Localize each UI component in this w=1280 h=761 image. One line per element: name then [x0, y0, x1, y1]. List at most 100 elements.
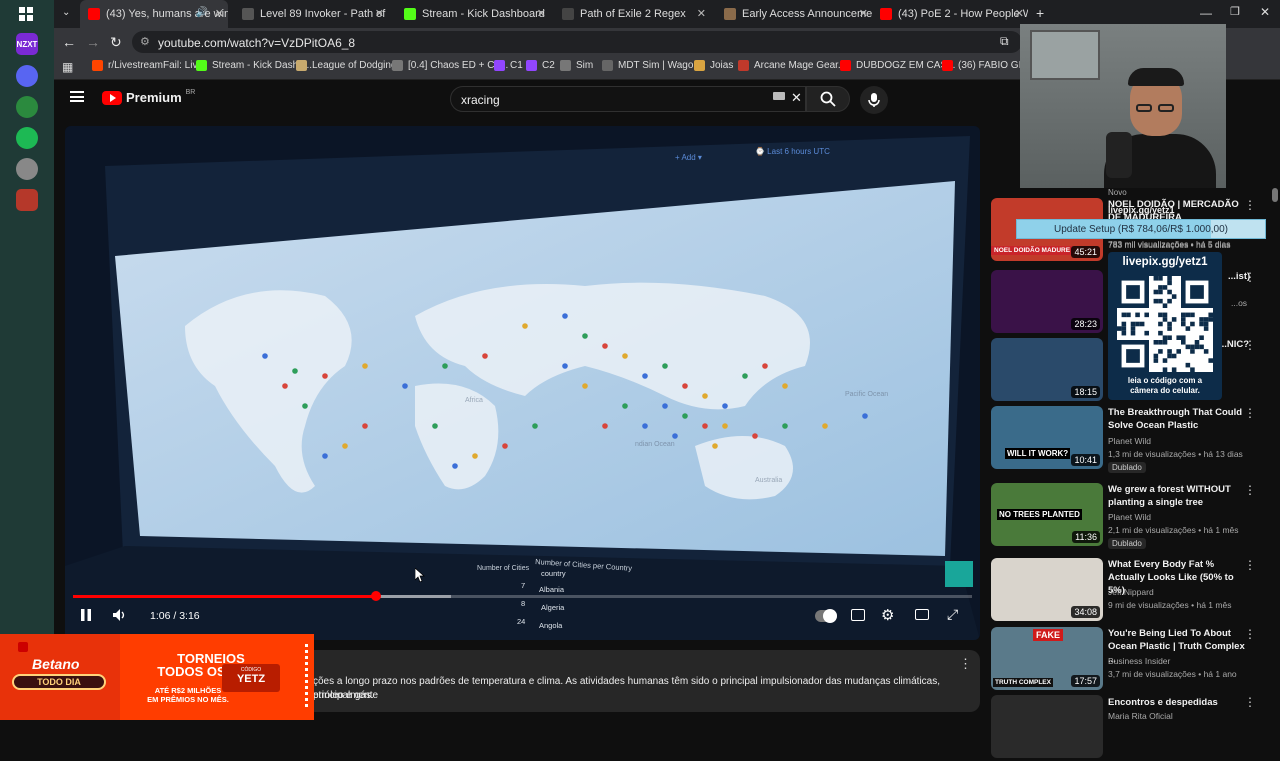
close-tab-icon[interactable]: ✕	[859, 7, 868, 20]
recommendation-item[interactable]: WILL IT WORK? 10:41 The Breakthrough Tha…	[991, 406, 1280, 476]
recommendation-item[interactable]: NO TREES PLANTED 11:36 We grew a forest …	[991, 483, 1280, 553]
forward-icon[interactable]: →	[86, 34, 100, 50]
chrome-icon[interactable]	[16, 96, 38, 118]
sidebar-scrollbar[interactable]	[1272, 188, 1278, 202]
new-tab-icon[interactable]: +	[1036, 5, 1044, 21]
more-options-icon[interactable]: ⋮	[1244, 406, 1256, 420]
video-title[interactable]: The Breakthrough That Could Solve Ocean …	[1108, 406, 1253, 432]
discord-icon[interactable]	[16, 65, 38, 87]
video-thumbnail[interactable]: FAKE TRUTH COMPLEX 17:57	[991, 627, 1103, 690]
more-options-icon[interactable]: ⋮	[1244, 198, 1256, 212]
bookmark-favicon	[694, 60, 705, 71]
channel-name[interactable]: Jeff Nippard	[1108, 587, 1154, 597]
bookmark-item[interactable]: League of Dodging	[296, 60, 397, 71]
bookmark-item[interactable]: r/LivestreamFail: Liv...	[92, 60, 205, 71]
apps-grid-icon[interactable]: ▦	[62, 60, 73, 74]
video-thumbnail[interactable]	[991, 695, 1103, 758]
clear-search-icon[interactable]: ✕	[791, 90, 802, 106]
miniplayer-button[interactable]	[915, 609, 929, 620]
tab-kick-dashboard[interactable]: Stream - Kick Dashboard ✕	[396, 0, 550, 28]
bookmark-item[interactable]: Sim	[560, 60, 593, 71]
video-player[interactable]: ⌚ Last 6 hours UTC + Add ▾ Number of Cit…	[65, 126, 980, 640]
video-thumbnail[interactable]: NO TREES PLANTED 11:36	[991, 483, 1103, 546]
minimize-icon[interactable]: —	[1200, 6, 1212, 20]
bookmark-item[interactable]: C2	[526, 60, 555, 71]
recommendation-item[interactable]: FAKE TRUTH COMPLEX 17:57 You're Being Li…	[991, 627, 1280, 693]
progress-bar[interactable]	[73, 591, 972, 601]
video-thumbnail[interactable]: 34:08	[991, 558, 1103, 621]
close-tab-icon[interactable]: ✕	[215, 7, 224, 20]
bookmark-label: League of Dodging	[312, 60, 397, 71]
cast-icon[interactable]: ⧉	[1000, 34, 1009, 49]
tab-early-access[interactable]: Early Access Announcements - ✕	[718, 0, 872, 28]
close-tab-icon[interactable]: ✕	[537, 7, 546, 20]
flag-icon	[18, 642, 28, 652]
more-options-icon[interactable]: ⋮	[1244, 627, 1256, 641]
close-window-icon[interactable]: ✕	[1260, 5, 1270, 19]
map-marker	[622, 403, 628, 409]
site-info-icon[interactable]: ⚙	[140, 35, 150, 48]
continent-label: Australia	[755, 477, 782, 484]
more-options-icon[interactable]: ⋮	[1244, 338, 1256, 352]
recommendation-item[interactable]: 34:08 What Every Body Fat % Actually Loo…	[991, 558, 1280, 624]
menu-icon[interactable]	[70, 91, 84, 102]
tab-label: Level 89 Invoker - Path of Exile	[260, 8, 388, 20]
reload-icon[interactable]: ↻	[110, 34, 122, 51]
voice-search-button[interactable]	[860, 86, 888, 114]
search-input[interactable]: xracing ✕	[450, 86, 806, 112]
tab-youtube-active[interactable]: (43) Yes, humans are winnin 🔊 ✕	[80, 0, 228, 28]
speaker-icon[interactable]: 🔊	[196, 7, 208, 18]
microphone-icon	[868, 93, 880, 107]
tab-poe2-video[interactable]: (43) PoE 2 - How People Were ✕	[874, 0, 1028, 28]
back-icon[interactable]: ←	[62, 34, 76, 50]
more-options-icon[interactable]: ⋮	[1244, 483, 1256, 497]
spotify-icon[interactable]	[16, 127, 38, 149]
video-thumbnail[interactable]: 18:15	[991, 338, 1103, 401]
bookmark-item[interactable]: C1	[494, 60, 523, 71]
restore-icon[interactable]: ❐	[1230, 5, 1240, 18]
bookmark-item[interactable]: Arcane Mage Gear...	[738, 60, 846, 71]
bookmark-favicon	[92, 60, 103, 71]
more-options-icon[interactable]: ⋮	[1244, 558, 1256, 572]
video-title[interactable]: Encontros e despedidas	[1108, 696, 1253, 709]
channel-name[interactable]: Planet Wild	[1108, 436, 1151, 446]
nzxt-icon[interactable]: NZXT	[16, 33, 38, 55]
video-title[interactable]: We grew a forest WITHOUT planting a sing…	[1108, 483, 1253, 509]
channel-name[interactable]: Business Insider	[1108, 656, 1170, 666]
search-button[interactable]	[806, 86, 850, 112]
bookmark-item[interactable]: Joias	[694, 60, 733, 71]
bookmark-item[interactable]: MDT Sim | Wago.io	[602, 60, 704, 71]
keyboard-icon[interactable]	[773, 92, 785, 100]
fullscreen-icon[interactable]: ⤢	[947, 606, 958, 623]
more-options-icon[interactable]: ⋮	[1244, 270, 1256, 284]
recommendation-item[interactable]: Encontros e despedidas Maria Rita Oficia…	[991, 695, 1280, 761]
close-tab-icon[interactable]: ✕	[1015, 7, 1024, 20]
bookmark-item[interactable]: DUBDOGZ EM CAS...	[840, 60, 955, 71]
app-icon[interactable]	[16, 158, 38, 180]
close-tab-icon[interactable]: ✕	[375, 7, 384, 20]
youtube-premium-logo[interactable]: Premium BR	[102, 89, 195, 105]
channel-name[interactable]: Planet Wild	[1108, 512, 1151, 522]
video-meta: 3,7 mi de visualizações • há 1 ano	[1108, 669, 1237, 679]
bookmark-item[interactable]: Stream - Kick Dashb...	[196, 60, 312, 71]
tab-search-icon[interactable]: ⌄	[62, 7, 70, 18]
url-field[interactable]: ⚙ youtube.com/watch?v=VzDPitOA6_8	[132, 31, 1022, 53]
more-options-icon[interactable]: ⋮	[1244, 695, 1256, 709]
tab-label: Stream - Kick Dashboard	[422, 8, 545, 20]
captions-button[interactable]	[851, 609, 865, 621]
video-thumbnail[interactable]: WILL IT WORK? 10:41	[991, 406, 1103, 469]
more-options-icon[interactable]: ⋮	[959, 656, 972, 672]
game-icon[interactable]	[16, 189, 38, 211]
windows-start-icon[interactable]	[19, 7, 33, 21]
pause-button[interactable]	[81, 609, 91, 624]
tab-poe-regex[interactable]: Path of Exile 2 Regex ✕	[556, 0, 710, 28]
close-tab-icon[interactable]: ✕	[697, 7, 706, 20]
volume-button[interactable]	[113, 609, 127, 624]
bookmark-label: Sim	[576, 60, 594, 71]
autoplay-toggle[interactable]	[815, 609, 837, 623]
tab-poe-invoker[interactable]: Level 89 Invoker - Path of Exile ✕	[234, 0, 388, 28]
settings-icon[interactable]: ⚙	[881, 606, 894, 624]
bookmark-item[interactable]: [0.4] Chaos ED + Co...	[392, 60, 508, 71]
video-thumbnail[interactable]: 28:23	[991, 270, 1103, 333]
scrubber-handle[interactable]	[370, 591, 381, 601]
